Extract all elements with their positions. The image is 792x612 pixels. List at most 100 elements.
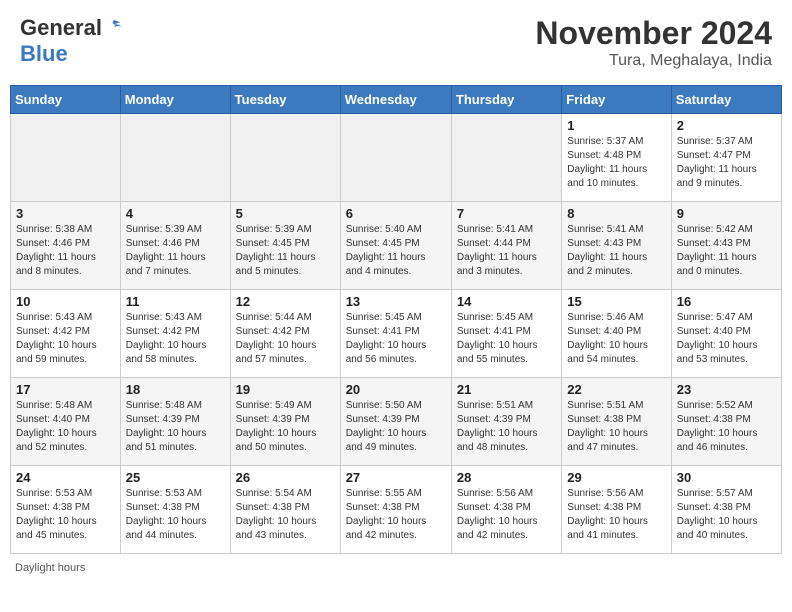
day-info: Sunrise: 5:52 AM Sunset: 4:38 PM Dayligh… xyxy=(677,399,776,455)
day-number: 16 xyxy=(677,294,776,309)
title-section: November 2024 Tura, Meghalaya, India xyxy=(535,15,772,70)
day-number: 8 xyxy=(567,206,665,221)
calendar-week-row: 24 Sunrise: 5:53 AM Sunset: 4:38 PM Dayli… xyxy=(11,466,782,554)
calendar-cell: 15Sunrise: 5:46 AM Sunset: 4:40 PM Dayli… xyxy=(562,290,671,378)
calendar-cell: 22 Sunrise: 5:51 AM Sunset: 4:38 PM Dayli… xyxy=(562,378,671,466)
calendar-cell: 24 Sunrise: 5:53 AM Sunset: 4:38 PM Dayli… xyxy=(11,466,121,554)
day-number: 15 xyxy=(567,294,665,309)
calendar-cell xyxy=(230,114,340,202)
day-number: 6 xyxy=(346,206,446,221)
calendar-cell: 5 Sunrise: 5:39 AM Sunset: 4:45 PM Daylig… xyxy=(230,202,340,290)
day-number: 7 xyxy=(457,206,556,221)
footer-note: Daylight hours xyxy=(10,562,782,574)
day-number: 19 xyxy=(236,382,335,397)
day-info: Sunrise: 5:56 AM Sunset: 4:38 PM Dayligh… xyxy=(457,487,556,543)
day-info: Sunrise: 5:41 AM Sunset: 4:43 PM Dayligh… xyxy=(567,223,665,279)
day-number: 28 xyxy=(457,470,556,485)
calendar-cell: 10Sunrise: 5:43 AM Sunset: 4:42 PM Dayli… xyxy=(11,290,121,378)
calendar-cell: 16 Sunrise: 5:47 AM Sunset: 4:40 PM Dayli… xyxy=(671,290,781,378)
page-header: General Blue November 2024 Tura, Meghala… xyxy=(10,10,782,75)
calendar-cell: 17 Sunrise: 5:48 AM Sunset: 4:40 PM Dayli… xyxy=(11,378,121,466)
calendar-cell: 30Sunrise: 5:57 AM Sunset: 4:38 PM Dayli… xyxy=(671,466,781,554)
day-info: Sunrise: 5:49 AM Sunset: 4:39 PM Dayligh… xyxy=(236,399,335,455)
calendar-cell: 2Sunrise: 5:37 AM Sunset: 4:47 PM Daylig… xyxy=(671,114,781,202)
day-info: Sunrise: 5:47 AM Sunset: 4:40 PM Dayligh… xyxy=(677,311,776,367)
calendar-week-row: 3 Sunrise: 5:38 AM Sunset: 4:46 PM Daylig… xyxy=(11,202,782,290)
day-info: Sunrise: 5:41 AM Sunset: 4:44 PM Dayligh… xyxy=(457,223,556,279)
calendar-cell: 7 Sunrise: 5:41 AM Sunset: 4:44 PM Daylig… xyxy=(451,202,561,290)
day-info: Sunrise: 5:39 AM Sunset: 4:45 PM Dayligh… xyxy=(236,223,335,279)
day-number: 11 xyxy=(126,294,225,309)
day-info: Sunrise: 5:45 AM Sunset: 4:41 PM Dayligh… xyxy=(346,311,446,367)
day-info: Sunrise: 5:43 AM Sunset: 4:42 PM Dayligh… xyxy=(126,311,225,367)
calendar-cell xyxy=(11,114,121,202)
calendar-cell: 13 Sunrise: 5:45 AM Sunset: 4:41 PM Dayli… xyxy=(340,290,451,378)
day-info: Sunrise: 5:48 AM Sunset: 4:40 PM Dayligh… xyxy=(16,399,115,455)
calendar-cell: 3 Sunrise: 5:38 AM Sunset: 4:46 PM Daylig… xyxy=(11,202,121,290)
day-number: 12 xyxy=(236,294,335,309)
calendar-week-row: 10 Sunrise: 5:43 AM Sunset: 4:42 PM Dayli… xyxy=(11,290,782,378)
day-number: 13 xyxy=(346,294,446,309)
day-info: Sunrise: 5:56 AM Sunset: 4:38 PM Dayligh… xyxy=(567,487,665,543)
day-number: 5 xyxy=(236,206,335,221)
calendar-cell: 14Sunrise: 5:45 AM Sunset: 4:41 PM Dayli… xyxy=(451,290,561,378)
day-info: Sunrise: 5:38 AM Sunset: 4:46 PM Dayligh… xyxy=(16,223,115,279)
day-info: Sunrise: 5:40 AM Sunset: 4:45 PM Dayligh… xyxy=(346,223,446,279)
day-info: Sunrise: 5:39 AM Sunset: 4:46 PM Dayligh… xyxy=(126,223,225,279)
calendar-cell: 23Sunrise: 5:52 AM Sunset: 4:38 PM Dayli… xyxy=(671,378,781,466)
day-number: 10 xyxy=(16,294,115,309)
day-number: 18 xyxy=(126,382,225,397)
calendar-week-row: 1 Sunrise: 5:37 AM Sunset: 4:48 PM Daylig… xyxy=(11,114,782,202)
calendar-week-row: 17 Sunrise: 5:48 AM Sunset: 4:40 PM Dayli… xyxy=(11,378,782,466)
logo-general-text: General xyxy=(20,15,102,41)
calendar-cell: 27Sunrise: 5:55 AM Sunset: 4:38 PM Dayli… xyxy=(340,466,451,554)
calendar-header-sunday: Sunday xyxy=(11,86,121,114)
day-number: 17 xyxy=(16,382,115,397)
day-number: 26 xyxy=(236,470,335,485)
day-number: 30 xyxy=(677,470,776,485)
day-info: Sunrise: 5:54 AM Sunset: 4:38 PM Dayligh… xyxy=(236,487,335,543)
logo-bird-icon xyxy=(104,18,124,38)
day-number: 20 xyxy=(346,382,446,397)
calendar-cell xyxy=(451,114,561,202)
calendar-cell: 21Sunrise: 5:51 AM Sunset: 4:39 PM Dayli… xyxy=(451,378,561,466)
calendar-header-wednesday: Wednesday xyxy=(340,86,451,114)
calendar-header-thursday: Thursday xyxy=(451,86,561,114)
calendar-cell: 8 Sunrise: 5:41 AM Sunset: 4:43 PM Daylig… xyxy=(562,202,671,290)
day-info: Sunrise: 5:48 AM Sunset: 4:39 PM Dayligh… xyxy=(126,399,225,455)
calendar-header-friday: Friday xyxy=(562,86,671,114)
calendar-cell: 4 Sunrise: 5:39 AM Sunset: 4:46 PM Daylig… xyxy=(120,202,230,290)
calendar-cell: 19 Sunrise: 5:49 AM Sunset: 4:39 PM Dayli… xyxy=(230,378,340,466)
day-info: Sunrise: 5:53 AM Sunset: 4:38 PM Dayligh… xyxy=(126,487,225,543)
calendar-cell: 1 Sunrise: 5:37 AM Sunset: 4:48 PM Daylig… xyxy=(562,114,671,202)
day-number: 14 xyxy=(457,294,556,309)
day-info: Sunrise: 5:53 AM Sunset: 4:38 PM Dayligh… xyxy=(16,487,115,543)
day-info: Sunrise: 5:51 AM Sunset: 4:39 PM Dayligh… xyxy=(457,399,556,455)
calendar-cell: 25 Sunrise: 5:53 AM Sunset: 4:38 PM Dayli… xyxy=(120,466,230,554)
day-number: 25 xyxy=(126,470,225,485)
calendar-header-tuesday: Tuesday xyxy=(230,86,340,114)
daylight-hours-label: Daylight hours xyxy=(15,562,85,574)
day-info: Sunrise: 5:37 AM Sunset: 4:48 PM Dayligh… xyxy=(567,135,665,191)
day-number: 3 xyxy=(16,206,115,221)
day-number: 1 xyxy=(567,118,665,133)
day-number: 4 xyxy=(126,206,225,221)
logo-blue-text: Blue xyxy=(20,41,68,67)
calendar-cell: 11 Sunrise: 5:43 AM Sunset: 4:42 PM Dayli… xyxy=(120,290,230,378)
calendar-cell: 9 Sunrise: 5:42 AM Sunset: 4:43 PM Daylig… xyxy=(671,202,781,290)
location: Tura, Meghalaya, India xyxy=(535,52,772,70)
day-info: Sunrise: 5:37 AM Sunset: 4:47 PM Dayligh… xyxy=(677,135,776,191)
calendar-cell: 28 Sunrise: 5:56 AM Sunset: 4:38 PM Dayli… xyxy=(451,466,561,554)
calendar-cell: 20Sunrise: 5:50 AM Sunset: 4:39 PM Dayli… xyxy=(340,378,451,466)
calendar-cell: 26 Sunrise: 5:54 AM Sunset: 4:38 PM Dayli… xyxy=(230,466,340,554)
day-info: Sunrise: 5:44 AM Sunset: 4:42 PM Dayligh… xyxy=(236,311,335,367)
calendar-table: SundayMondayTuesdayWednesdayThursdayFrid… xyxy=(10,85,782,554)
day-info: Sunrise: 5:42 AM Sunset: 4:43 PM Dayligh… xyxy=(677,223,776,279)
calendar-cell: 18 Sunrise: 5:48 AM Sunset: 4:39 PM Dayli… xyxy=(120,378,230,466)
day-info: Sunrise: 5:51 AM Sunset: 4:38 PM Dayligh… xyxy=(567,399,665,455)
day-number: 24 xyxy=(16,470,115,485)
day-number: 22 xyxy=(567,382,665,397)
day-number: 9 xyxy=(677,206,776,221)
calendar-cell: 6 Sunrise: 5:40 AM Sunset: 4:45 PM Daylig… xyxy=(340,202,451,290)
calendar-cell: 29Sunrise: 5:56 AM Sunset: 4:38 PM Dayli… xyxy=(562,466,671,554)
